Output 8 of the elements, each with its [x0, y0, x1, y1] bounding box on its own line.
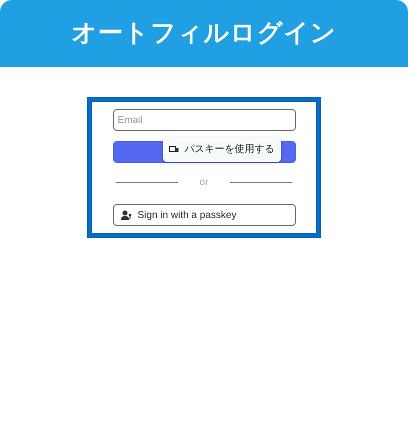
autofill-popup[interactable]: パスキーを使用する: [162, 137, 280, 162]
divider-label: or: [198, 176, 210, 190]
device-icon: [168, 146, 178, 153]
user-key-icon: [120, 210, 132, 220]
passkey-button[interactable]: Sign in with a passkey: [112, 204, 296, 226]
popup-label: パスキーを使用する: [184, 143, 274, 157]
page-title: オートフィルログイン: [71, 18, 337, 49]
email-field[interactable]: Email: [112, 109, 296, 131]
